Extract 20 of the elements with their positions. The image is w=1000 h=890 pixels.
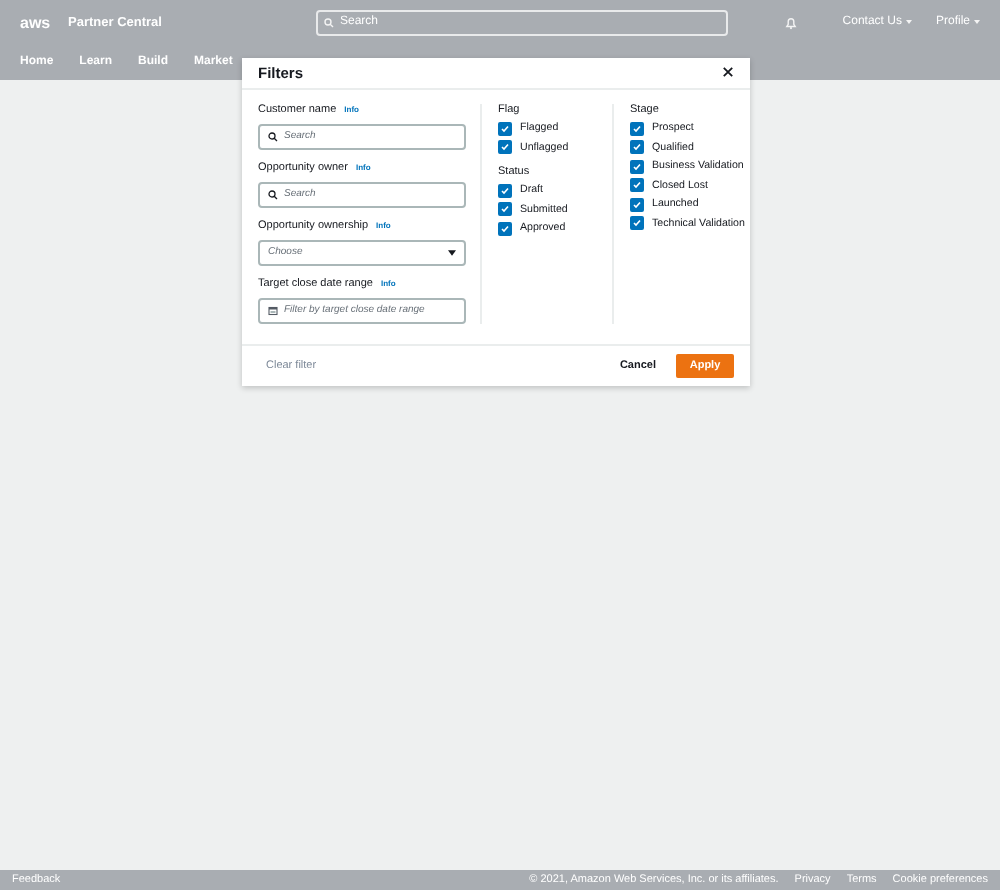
calendar-icon [268,305,278,316]
search-icon [324,17,334,27]
checkbox[interactable] [498,202,512,217]
search-icon [268,189,278,200]
checkbox[interactable] [630,159,644,174]
checkbox[interactable] [498,140,512,155]
checkbox[interactable] [630,178,644,193]
checkbox[interactable] [498,183,512,198]
caret-icon [905,20,912,24]
checkbox[interactable] [498,121,512,136]
caret-icon [448,249,456,256]
caret-icon [974,20,980,24]
close-icon[interactable] [722,66,734,79]
checkbox[interactable] [630,140,644,155]
search-icon [268,131,278,142]
checkbox[interactable] [630,197,644,212]
logo[interactable]: aws [20,13,60,31]
checkbox[interactable] [630,121,644,136]
checkbox[interactable] [498,221,512,236]
checkbox[interactable] [630,216,644,231]
